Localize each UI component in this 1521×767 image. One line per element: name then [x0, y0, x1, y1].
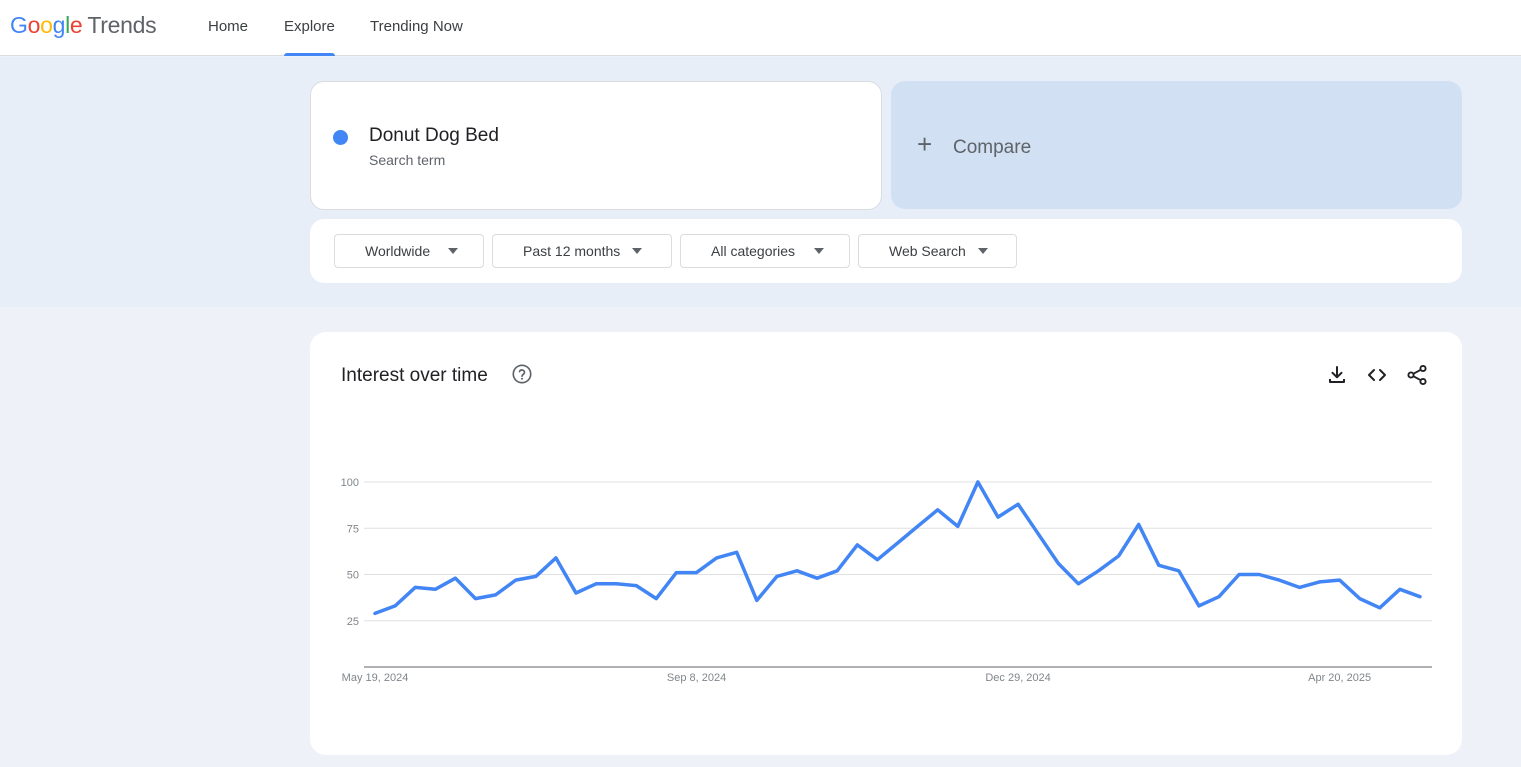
interest-over-time-widget: Interest over time 25 50 75 100 May 19, 2024… [310, 332, 1462, 755]
interest-over-time-chart: 25 50 75 100 May 19, 2024 Sep 8, 2024 Dec 29, … [341, 477, 1432, 684]
y-tick-label: 50 [347, 570, 359, 582]
data-point[interactable] [1074, 580, 1082, 588]
caret-down-icon [448, 248, 458, 254]
data-point[interactable] [793, 567, 801, 575]
compare-label: Compare [953, 137, 1032, 158]
data-point[interactable] [1316, 578, 1324, 586]
data-point[interactable] [431, 585, 439, 593]
plus-icon: + [917, 129, 933, 159]
caret-down-icon [632, 248, 642, 254]
term-color-dot [333, 130, 348, 145]
filter-time-label: Past 12 months [523, 243, 621, 259]
x-tick-label: Apr 20, 2025 [1308, 672, 1371, 684]
filter-region-dropdown[interactable]: Worldwide [334, 234, 484, 268]
data-point[interactable] [592, 580, 600, 588]
data-point[interactable] [1014, 500, 1022, 508]
data-point[interactable] [773, 572, 781, 580]
nav-tab-home[interactable]: Home [208, 0, 248, 56]
compare-button[interactable]: + Compare [891, 81, 1462, 209]
data-point[interactable] [813, 574, 821, 582]
data-point[interactable] [873, 556, 881, 564]
data-point[interactable] [713, 554, 721, 562]
data-point[interactable] [492, 591, 500, 599]
data-point[interactable] [894, 539, 902, 547]
search-term-type: Search term [369, 152, 446, 168]
data-point[interactable] [411, 583, 419, 591]
data-point[interactable] [572, 589, 580, 597]
data-point[interactable] [753, 596, 761, 604]
data-point[interactable] [1115, 552, 1123, 560]
data-point[interactable] [833, 567, 841, 575]
filter-property-dropdown[interactable]: Web Search [858, 234, 1017, 268]
search-term-name[interactable]: Donut Dog Bed [369, 125, 499, 147]
filter-property-label: Web Search [889, 243, 966, 259]
data-point[interactable] [1094, 567, 1102, 575]
data-point[interactable] [1054, 559, 1062, 567]
logo-trends-text: Trends [87, 12, 157, 38]
data-point[interactable] [672, 569, 680, 577]
logo-google-wordmark: Google [10, 12, 83, 38]
data-point[interactable] [1215, 593, 1223, 601]
data-point[interactable] [914, 522, 922, 530]
filter-category-dropdown[interactable]: All categories [680, 234, 850, 268]
x-tick-label: Sep 8, 2024 [667, 672, 726, 684]
data-point[interactable] [1396, 585, 1404, 593]
data-point[interactable] [1235, 571, 1243, 579]
x-tick-label: May 19, 2024 [342, 672, 409, 684]
data-point[interactable] [853, 541, 861, 549]
y-tick-label: 25 [347, 616, 359, 628]
data-point[interactable] [934, 506, 942, 514]
filter-bar: Worldwide Past 12 months All categories … [310, 219, 1462, 283]
data-point[interactable] [974, 478, 982, 486]
data-point[interactable] [471, 595, 479, 603]
top-app-bar: Google Trends Home Explore Trending Now [0, 0, 1521, 56]
data-point[interactable] [994, 513, 1002, 521]
data-point[interactable] [391, 602, 399, 610]
data-point[interactable] [1135, 521, 1143, 529]
data-point[interactable] [1376, 604, 1384, 612]
data-point[interactable] [1356, 595, 1364, 603]
filter-time-dropdown[interactable]: Past 12 months [492, 234, 672, 268]
data-point[interactable] [1416, 593, 1424, 601]
series-line-donut-dog-bed[interactable] [373, 480, 1422, 616]
data-point[interactable] [532, 572, 540, 580]
data-point[interactable] [1175, 567, 1183, 575]
data-point[interactable] [1295, 583, 1303, 591]
data-point[interactable] [652, 595, 660, 603]
nav-tab-explore[interactable]: Explore [284, 0, 335, 56]
y-tick-label: 100 [341, 477, 359, 489]
caret-down-icon [978, 248, 988, 254]
data-point[interactable] [1034, 530, 1042, 538]
search-term-card[interactable]: Donut Dog Bed Search term [310, 81, 882, 210]
x-tick-label: Dec 29, 2024 [985, 672, 1050, 684]
filter-region-label: Worldwide [365, 243, 431, 259]
data-point[interactable] [451, 574, 459, 582]
y-tick-label: 75 [347, 523, 359, 535]
data-point[interactable] [954, 522, 962, 530]
data-point[interactable] [512, 576, 520, 584]
data-point[interactable] [1275, 576, 1283, 584]
data-point[interactable] [733, 548, 741, 556]
data-point[interactable] [693, 569, 701, 577]
data-point[interactable] [1195, 602, 1203, 610]
nav-tab-trending-now[interactable]: Trending Now [370, 0, 463, 56]
data-point[interactable] [612, 580, 620, 588]
filter-category-label: All categories [711, 243, 796, 259]
caret-down-icon [814, 248, 824, 254]
data-point[interactable] [1336, 576, 1344, 584]
data-point[interactable] [632, 582, 640, 590]
google-trends-logo[interactable]: Google Trends [10, 12, 157, 39]
data-point[interactable] [552, 554, 560, 562]
data-point[interactable] [1255, 571, 1263, 579]
data-point[interactable] [371, 609, 379, 617]
data-point[interactable] [1155, 561, 1163, 569]
